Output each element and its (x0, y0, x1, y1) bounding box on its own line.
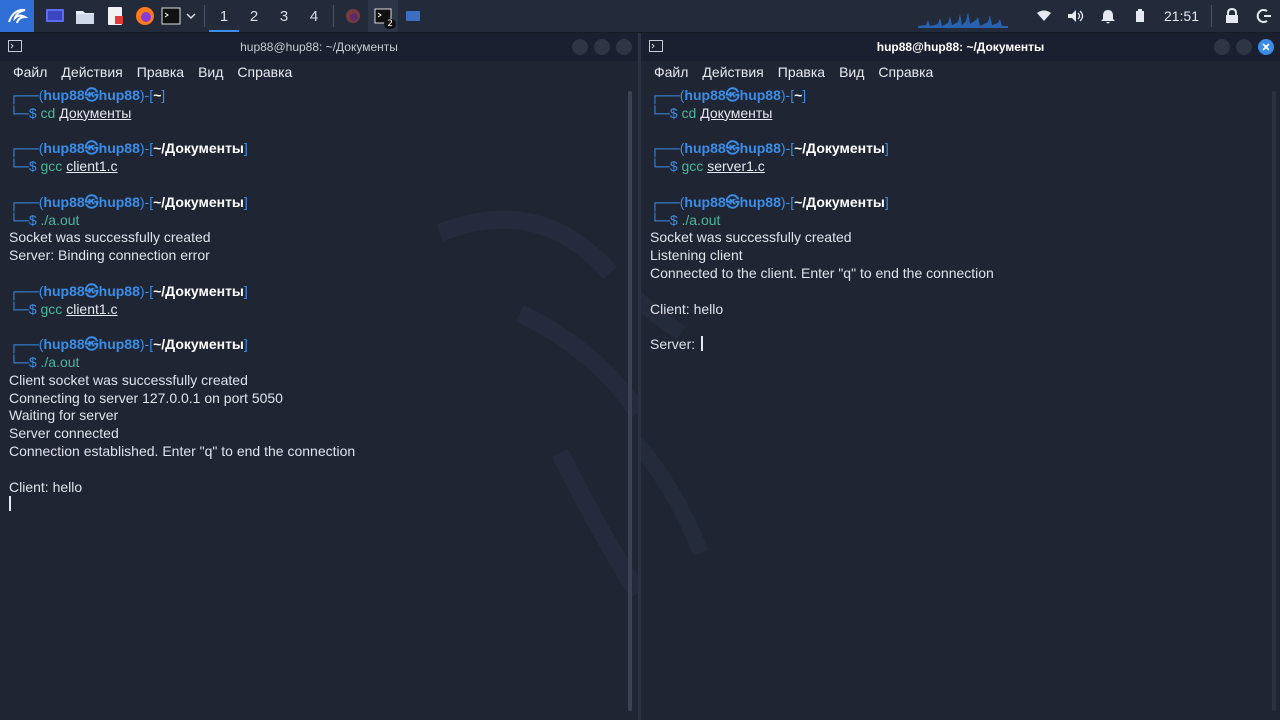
window-task-icon[interactable] (398, 0, 428, 32)
menu-help[interactable]: Справка (871, 64, 940, 80)
output-line: Server: Binding connection error (9, 247, 210, 264)
cursor-line (9, 496, 638, 514)
window-titlebar[interactable]: hup88@hup88: ~/Документы (641, 33, 1280, 61)
notifications-icon[interactable] (1092, 0, 1124, 32)
terminal-task-icon[interactable]: 2 (368, 0, 398, 32)
scrollbar[interactable] (628, 91, 632, 711)
menu-edit[interactable]: Правка (771, 64, 832, 80)
command-line: └─$ gcc client1.c (9, 158, 118, 175)
menu-view[interactable]: Вид (191, 64, 230, 80)
taskbar-separator (333, 5, 334, 27)
workspace-1[interactable]: 1 (209, 0, 239, 32)
prompt-line: ┌──(hup88㉿hup88)-[~/Документы] (650, 140, 889, 157)
output-line: Socket was successfully created (9, 229, 211, 246)
cpu-graph (918, 12, 1008, 28)
menu-file[interactable]: Файл (647, 64, 695, 80)
command-line: └─$ cd Документы (9, 104, 132, 121)
menu-view[interactable]: Вид (832, 64, 871, 80)
window-title: hup88@hup88: ~/Документы (240, 40, 398, 54)
lock-icon[interactable] (1216, 0, 1248, 32)
kali-menu-icon[interactable] (0, 0, 34, 32)
terminal-window-right: hup88@hup88: ~/Документы Файл Действия П… (641, 33, 1280, 720)
prompt-line: ┌──(hup88㉿hup88)-[~/Документы] (9, 193, 248, 210)
desktop-icon[interactable] (40, 0, 70, 32)
scrollbar[interactable] (1272, 91, 1276, 711)
output-line: Listening client (650, 247, 743, 264)
workspace-2[interactable]: 2 (239, 0, 269, 32)
text-editor-icon[interactable] (100, 0, 130, 32)
chevron-down-icon[interactable] (182, 0, 200, 32)
network-icon[interactable] (1028, 0, 1060, 32)
output-line: Server connected (9, 425, 119, 442)
firefox-icon[interactable] (130, 0, 160, 32)
logout-icon[interactable] (1248, 0, 1280, 32)
command-line: └─$ ./a.out (650, 211, 721, 228)
close-button[interactable] (616, 39, 632, 55)
terminal-icon[interactable] (160, 0, 182, 32)
menu-actions[interactable]: Действия (54, 64, 129, 80)
terminal-window-icon (8, 40, 22, 55)
files-icon[interactable] (70, 0, 100, 32)
taskbar: 1 2 3 4 2 21:51 (0, 0, 1280, 33)
output-line: Socket was successfully created (650, 229, 852, 246)
text-cursor (9, 496, 11, 512)
prompt-line: ┌──(hup88㉿hup88)-[~/Документы] (9, 336, 248, 353)
terminal-window-icon (649, 40, 663, 55)
output-line: Client: hello (650, 300, 724, 317)
window-title: hup88@hup88: ~/Документы (876, 40, 1045, 54)
terminal-count-badge: 2 (384, 19, 396, 29)
prompt-line: ┌──(hup88㉿hup88)-[~/Документы] (9, 140, 248, 157)
workspace-4[interactable]: 4 (299, 0, 329, 32)
command-line: └─$ gcc server1.c (650, 158, 765, 175)
menu-actions[interactable]: Действия (695, 64, 770, 80)
minimize-button[interactable] (1214, 39, 1230, 55)
output-line: Connecting to server 127.0.0.1 on port 5… (9, 389, 283, 406)
maximize-button[interactable] (594, 39, 610, 55)
command-line: └─$ ./a.out (9, 211, 80, 228)
clock[interactable]: 21:51 (1156, 8, 1207, 24)
terminal-output[interactable]: ┌──(hup88㉿hup88)-[~] └─$ cd Документы ┌─… (0, 83, 638, 707)
text-cursor (701, 336, 704, 352)
battery-icon[interactable] (1124, 0, 1156, 32)
prompt-line: ┌──(hup88㉿hup88)-[~/Документы] (9, 282, 248, 299)
terminal-window-left: hup88@hup88: ~/Документы Файл Действия П… (0, 33, 638, 720)
minimize-button[interactable] (572, 39, 588, 55)
close-button[interactable] (1258, 39, 1274, 55)
output-line: Client socket was successfully created (9, 371, 248, 388)
output-line: Client: hello (9, 478, 83, 495)
output-line: Connection established. Enter "q" to end… (9, 442, 356, 459)
tray-separator (1211, 5, 1212, 27)
firefox-task-icon[interactable] (338, 0, 368, 32)
prompt-line: ┌──(hup88㉿hup88)-[~] (650, 87, 807, 103)
menu-file[interactable]: Файл (6, 64, 54, 80)
command-line: └─$ cd Документы (650, 104, 773, 121)
close-icon (1262, 43, 1270, 51)
taskbar-separator (204, 5, 205, 27)
prompt-line: ┌──(hup88㉿hup88)-[~] (9, 87, 166, 103)
prompt-line: ┌──(hup88㉿hup88)-[~/Документы] (650, 193, 889, 210)
workspace-3[interactable]: 3 (269, 0, 299, 32)
system-tray: 21:51 (1028, 0, 1280, 32)
maximize-button[interactable] (1236, 39, 1252, 55)
server-prompt: Server: (650, 336, 700, 353)
command-line: └─$ gcc client1.c (9, 300, 118, 317)
volume-icon[interactable] (1060, 0, 1092, 32)
terminal-output[interactable]: ┌──(hup88㉿hup88)-[~] └─$ cd Документы ┌─… (641, 83, 1280, 707)
output-line: Waiting for server (9, 407, 119, 424)
menu-edit[interactable]: Правка (130, 64, 191, 80)
command-line: └─$ ./a.out (9, 353, 80, 370)
input-line[interactable]: Server: (650, 336, 1280, 354)
menu-help[interactable]: Справка (230, 64, 299, 80)
menu-bar: Файл Действия Правка Вид Справка (641, 61, 1280, 83)
menu-bar: Файл Действия Правка Вид Справка (0, 61, 638, 83)
output-line: Connected to the client. Enter "q" to en… (650, 264, 994, 281)
window-titlebar[interactable]: hup88@hup88: ~/Документы (0, 33, 638, 61)
